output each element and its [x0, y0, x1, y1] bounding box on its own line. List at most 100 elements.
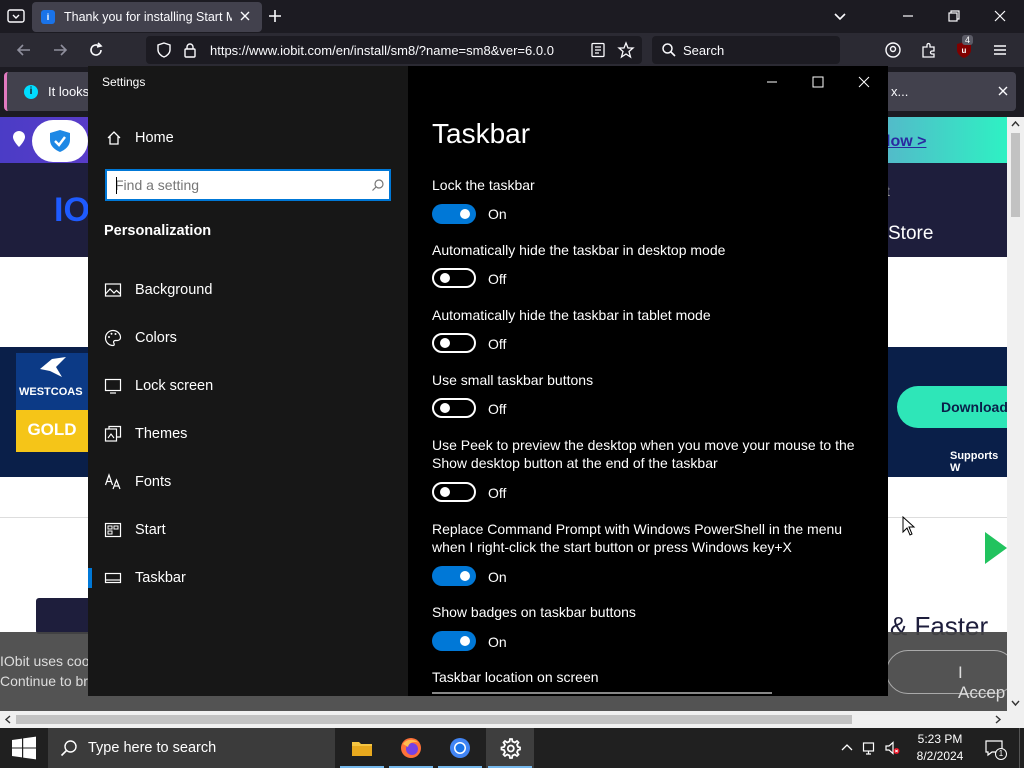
settings-window: Settings Home Personalization Background: [88, 66, 888, 696]
scroll-down-icon[interactable]: [1011, 698, 1020, 707]
taskbar-search-box[interactable]: Type here to search: [48, 728, 335, 768]
close-notification-icon[interactable]: [996, 84, 1010, 98]
nav-label: Lock screen: [135, 378, 214, 394]
toggle-state: Off: [488, 271, 507, 287]
taskbar-location-dropdown[interactable]: [432, 692, 772, 696]
close-icon[interactable]: [856, 74, 872, 90]
search-bar[interactable]: Search: [652, 36, 840, 64]
autohide-tablet-toggle[interactable]: [432, 333, 476, 353]
reload-icon[interactable]: [87, 41, 105, 59]
location-pin-icon: [13, 131, 25, 147]
scroll-up-icon[interactable]: [1011, 120, 1020, 129]
nav-label: Background: [135, 282, 213, 298]
search-icon[interactable]: [371, 178, 385, 192]
toggle-state: Off: [488, 485, 507, 501]
tab-list-icon[interactable]: [7, 8, 25, 24]
toggle-state: On: [488, 634, 507, 650]
vertical-scrollbar[interactable]: [1007, 117, 1024, 711]
minimize-icon[interactable]: [898, 6, 918, 26]
tab-overflow-chevron-icon[interactable]: [830, 6, 850, 26]
clock-time: 5:23 PM: [917, 732, 963, 746]
toggle-state: Off: [488, 401, 507, 417]
nav-item-start[interactable]: Start: [88, 512, 408, 548]
badges-toggle[interactable]: [432, 631, 476, 651]
bookmark-star-icon[interactable]: [617, 41, 635, 59]
scroll-right-icon[interactable]: [993, 715, 1002, 724]
notification-action-button[interactable]: x...: [891, 84, 908, 99]
address-bar[interactable]: https://www.iobit.com/en/install/sm8/?na…: [146, 36, 642, 64]
maximize-icon[interactable]: [810, 74, 826, 90]
forward-arrow-icon[interactable]: [51, 41, 69, 59]
clock[interactable]: 5:23 PM 8/2/2024: [910, 731, 970, 765]
toggle-knob: [440, 487, 450, 497]
scroll-left-icon[interactable]: [4, 715, 13, 724]
lock-taskbar-toggle[interactable]: [432, 204, 476, 224]
nav-item-fonts[interactable]: Fonts: [88, 464, 408, 500]
nav-item-colors[interactable]: Colors: [88, 320, 408, 356]
setting-label: Automatically hide the taskbar in deskto…: [432, 242, 726, 258]
award-text: WESTCOAS: [19, 386, 83, 398]
award-bird-icon: [40, 357, 66, 377]
banner-link[interactable]: low >: [886, 133, 926, 151]
setting-label: Replace Command Prompt with Windows Powe…: [432, 521, 843, 555]
restore-icon[interactable]: [944, 6, 964, 26]
setting-label: Automatically hide the taskbar in tablet…: [432, 307, 711, 323]
new-tab-icon[interactable]: [266, 7, 284, 25]
toggle-knob: [440, 403, 450, 413]
gear-icon: [500, 738, 521, 759]
text-caret: [116, 177, 117, 194]
tray-chevron-up-icon[interactable]: [839, 740, 855, 756]
store-link[interactable]: Store: [888, 223, 933, 245]
back-arrow-icon[interactable]: [15, 41, 33, 59]
volume-muted-icon[interactable]: [884, 740, 900, 756]
page-title: Taskbar: [432, 118, 531, 149]
nav-item-themes[interactable]: Themes: [88, 416, 408, 452]
peek-toggle[interactable]: [432, 482, 476, 502]
show-desktop-button[interactable]: [1019, 728, 1024, 768]
taskbar-settings[interactable]: [486, 728, 534, 768]
home-nav-item[interactable]: Home: [104, 128, 384, 150]
download-label[interactable]: Download: [941, 399, 1007, 415]
extensions-puzzle-icon[interactable]: [920, 41, 938, 59]
nav-label: Fonts: [135, 474, 172, 490]
setting-label: Taskbar location on screen: [432, 669, 599, 685]
browser-tab[interactable]: i Thank you for installing Start Menu 8: [32, 2, 262, 32]
minimize-icon[interactable]: [764, 74, 780, 90]
nav-item-taskbar[interactable]: Taskbar: [88, 560, 408, 596]
toggle-knob: [460, 209, 470, 219]
windows-start-icon[interactable]: [0, 728, 48, 768]
nav-item-lock-screen[interactable]: Lock screen: [88, 368, 408, 404]
reader-view-icon[interactable]: [590, 42, 606, 58]
site-logo[interactable]: IO: [54, 191, 90, 230]
award-gold: GOLD: [16, 410, 88, 452]
account-icon[interactable]: [884, 41, 902, 59]
url-text[interactable]: https://www.iobit.com/en/install/sm8/?na…: [210, 43, 584, 58]
supports-text: Supports W: [950, 450, 999, 474]
nav-item-background[interactable]: Background: [88, 272, 408, 308]
picture-icon: [104, 283, 122, 297]
horizontal-scrollbar[interactable]: [0, 711, 1024, 728]
padlock-icon[interactable]: [182, 42, 198, 58]
close-tab-icon[interactable]: [236, 7, 254, 25]
close-window-icon[interactable]: [990, 6, 1010, 26]
shield-tracking-icon[interactable]: [156, 42, 172, 58]
taskbar-chrome[interactable]: [436, 728, 484, 768]
home-icon: [107, 131, 121, 145]
network-icon[interactable]: [862, 740, 878, 756]
horizontal-scroll-thumb[interactable]: [16, 715, 852, 724]
taskbar-file-explorer[interactable]: [338, 728, 386, 768]
find-setting-box[interactable]: [105, 169, 391, 201]
file-explorer-icon: [352, 742, 372, 756]
vertical-scroll-thumb[interactable]: [1011, 133, 1020, 217]
powershell-toggle[interactable]: [432, 566, 476, 586]
taskbar-firefox[interactable]: [387, 728, 435, 768]
hamburger-menu-icon[interactable]: [991, 41, 1009, 59]
notification-count-badge: 1: [995, 748, 1007, 760]
cookie-text-line2: Continue to br: [0, 673, 88, 689]
accept-cookies-label[interactable]: I Accep: [958, 663, 1007, 703]
autohide-desktop-toggle[interactable]: [432, 268, 476, 288]
find-setting-input[interactable]: [115, 177, 361, 193]
taskbar-search-placeholder: Type here to search: [88, 740, 217, 756]
toggle-knob: [440, 338, 450, 348]
small-buttons-toggle[interactable]: [432, 398, 476, 418]
